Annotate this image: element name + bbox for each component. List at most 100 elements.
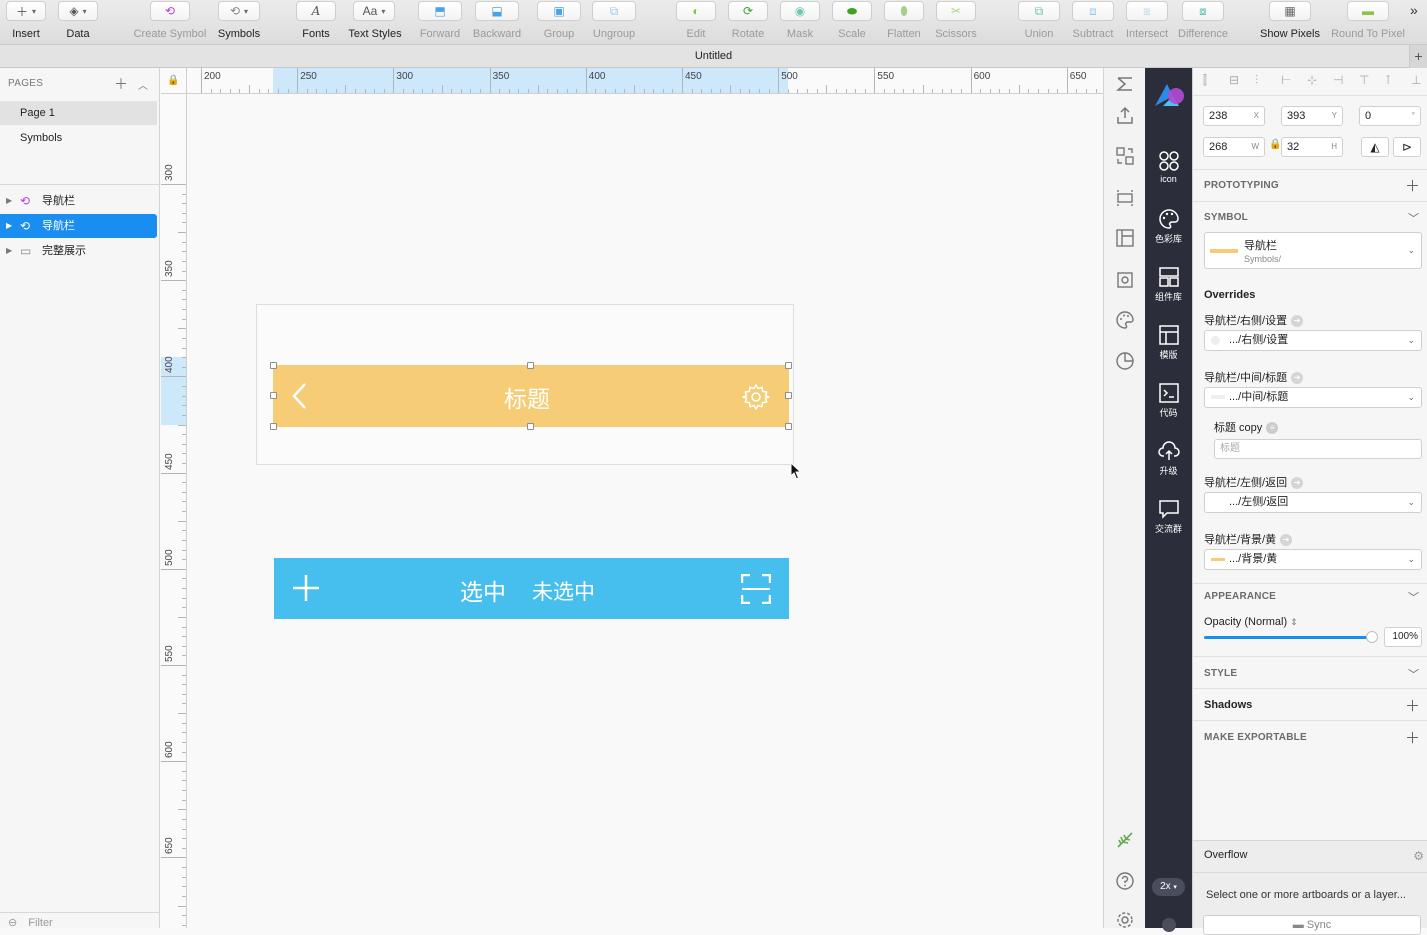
lock-proportions-icon[interactable]: 🔒 bbox=[1269, 139, 1281, 150]
opacity-slider[interactable] bbox=[1204, 631, 1378, 643]
go-to-symbol-icon[interactable]: ➔ bbox=[1291, 477, 1304, 490]
x-position-field[interactable]: 238 X bbox=[1203, 106, 1265, 126]
chevron-down-icon[interactable]: ﹀ bbox=[1408, 666, 1419, 682]
mask-button[interactable]: ◉ Mask bbox=[778, 0, 822, 45]
pie-chart-icon[interactable] bbox=[1115, 351, 1135, 371]
align-top-icon[interactable]: ⊤ bbox=[1359, 73, 1369, 87]
horizontal-ruler[interactable]: 200 250 300 350 400 450 500 550 600 650 bbox=[161, 68, 1103, 94]
measure-icon[interactable] bbox=[1115, 74, 1135, 94]
union-button[interactable]: ⧉ Union bbox=[1016, 0, 1062, 45]
title-copy-input[interactable]: 标题 bbox=[1214, 439, 1422, 459]
distribute-horizontal-icon[interactable]: ⫿ bbox=[1203, 73, 1207, 88]
width-field[interactable]: 268 W bbox=[1203, 137, 1265, 157]
export-icon[interactable] bbox=[1115, 106, 1135, 126]
layer-row[interactable]: ▶ ⟲ 导航栏 bbox=[0, 189, 157, 213]
size-icon[interactable] bbox=[1115, 188, 1135, 208]
symbol-picker[interactable]: 导航栏 Symbols/ ⌄ bbox=[1204, 232, 1422, 269]
plugin-code-button[interactable]: 代码 bbox=[1145, 382, 1192, 419]
more-tools-button[interactable]: » bbox=[1410, 2, 1418, 18]
flatten-button[interactable]: ⬮ Flatten bbox=[882, 0, 926, 45]
layout-icon[interactable] bbox=[1115, 228, 1135, 248]
leaf-icon[interactable] bbox=[1115, 830, 1135, 850]
page-item-symbols[interactable]: Symbols bbox=[0, 126, 157, 150]
rotate-button[interactable]: ⟳ Rotate bbox=[726, 0, 770, 45]
go-to-symbol-icon[interactable]: ➔ bbox=[1291, 315, 1304, 328]
forward-button[interactable]: ⬒ Forward bbox=[416, 0, 464, 45]
height-field[interactable]: 32 H bbox=[1281, 137, 1343, 157]
plugin-color-library-button[interactable]: 色彩库 bbox=[1145, 208, 1192, 245]
chevron-down-icon[interactable]: ﹀ bbox=[1408, 210, 1419, 226]
distribute-vertical-icon[interactable]: ⫶ bbox=[1255, 73, 1258, 88]
scale-button[interactable]: ⬬ Scale bbox=[830, 0, 874, 45]
align-center-h-icon[interactable]: ⊟ bbox=[1229, 73, 1239, 87]
resize-handle[interactable] bbox=[270, 392, 277, 399]
ungroup-button[interactable]: ⧉ Ungroup bbox=[590, 0, 638, 45]
gear-icon[interactable]: ⚙ bbox=[1413, 849, 1424, 863]
resize-handle[interactable] bbox=[270, 423, 277, 430]
plugin-template-button[interactable]: 模版 bbox=[1145, 324, 1192, 361]
align-horizontal-center-icon[interactable]: ⊹ bbox=[1307, 73, 1317, 87]
align-right-icon[interactable]: ⊣ bbox=[1333, 73, 1343, 87]
collapse-pages-icon[interactable]: ︿ bbox=[138, 77, 148, 92]
resize-handle[interactable] bbox=[270, 362, 277, 369]
ruler-lock-icon[interactable]: 🔒 bbox=[161, 68, 187, 94]
nav-bar-yellow[interactable]: 标题 bbox=[273, 365, 789, 427]
align-left-icon[interactable]: ⊢ bbox=[1281, 73, 1291, 87]
override-select[interactable]: .../左侧/返回 ⌄ bbox=[1204, 492, 1422, 513]
opacity-mode-select[interactable]: Opacity (Normal) ⇕ bbox=[1204, 616, 1298, 628]
override-select[interactable]: .../背景/黄 ⌄ bbox=[1204, 549, 1422, 570]
badge-icon[interactable] bbox=[1115, 270, 1135, 290]
disclosure-triangle-icon[interactable]: ▶ bbox=[6, 239, 12, 263]
chevron-down-icon[interactable]: ﹀ bbox=[1408, 589, 1419, 605]
sync-button[interactable]: ▬ Sync bbox=[1203, 915, 1421, 935]
layer-row[interactable]: ▶ ▭ 完整展示 bbox=[0, 239, 157, 263]
subtract-button[interactable]: ⧈ Subtract bbox=[1068, 0, 1118, 45]
round-to-pixel-button[interactable]: ▬ Round To Pixel bbox=[1328, 0, 1408, 45]
plugin-community-button[interactable]: 交流群 bbox=[1145, 498, 1192, 535]
new-tab-button[interactable]: + bbox=[1409, 45, 1427, 68]
zoom-badge[interactable]: 2x ▾ bbox=[1152, 878, 1185, 896]
opacity-slider-knob[interactable] bbox=[1366, 631, 1378, 643]
intersect-button[interactable]: ⧆ Intersect bbox=[1122, 0, 1172, 45]
plugin-component-library-button[interactable]: 组件库 bbox=[1145, 266, 1192, 303]
symbols-button[interactable]: ⟲ ▾ Symbols bbox=[214, 0, 264, 45]
resize-handle[interactable] bbox=[785, 392, 792, 399]
layer-filter[interactable]: ⊖ Filter bbox=[0, 912, 160, 929]
help-icon[interactable] bbox=[1115, 871, 1135, 891]
override-select[interactable]: .../右侧/设置 ⌄ bbox=[1204, 330, 1422, 351]
resize-handle[interactable] bbox=[527, 362, 534, 369]
show-pixels-button[interactable]: ▦ Show Pixels bbox=[1256, 0, 1324, 45]
opacity-field[interactable]: 100% bbox=[1384, 627, 1422, 647]
nav-bar-blue[interactable]: 选中 未选中 bbox=[274, 558, 789, 619]
text-styles-button[interactable]: Aa ▾ Text Styles bbox=[344, 0, 406, 45]
layer-row-selected[interactable]: ▶ ⟲ 导航栏 bbox=[0, 214, 157, 238]
spacing-icon[interactable] bbox=[1115, 146, 1135, 166]
disclosure-triangle-icon[interactable]: ▶ bbox=[6, 189, 12, 213]
tab-unselected-label[interactable]: 未选中 bbox=[532, 576, 595, 606]
palette-icon[interactable] bbox=[1115, 310, 1135, 330]
resize-handle[interactable] bbox=[785, 362, 792, 369]
canvas[interactable]: 标题 选中 未选中 bbox=[187, 94, 1103, 928]
group-button[interactable]: ▣ Group bbox=[535, 0, 583, 45]
align-middle-icon[interactable]: ⊺ bbox=[1385, 73, 1391, 87]
tab-selected-label[interactable]: 选中 bbox=[460, 573, 506, 607]
create-symbol-button[interactable]: ⟲ Create Symbol bbox=[130, 0, 210, 45]
fonts-button[interactable]: A Fonts bbox=[294, 0, 338, 45]
backward-button[interactable]: ⬓ Backward bbox=[470, 0, 524, 45]
resize-handle[interactable] bbox=[785, 423, 792, 430]
settings-icon[interactable] bbox=[1115, 910, 1135, 930]
go-to-symbol-icon[interactable]: ➔ bbox=[1291, 372, 1304, 385]
scissors-button[interactable]: ✂ Scissors bbox=[932, 0, 980, 45]
override-select[interactable]: .../中间/标题 ⌄ bbox=[1204, 387, 1422, 408]
align-bottom-icon[interactable]: ⊥ bbox=[1411, 73, 1421, 87]
disclosure-triangle-icon[interactable]: ▶ bbox=[6, 214, 12, 238]
flip-vertical-icon[interactable]: ⊳ bbox=[1393, 137, 1421, 157]
plugin-upgrade-button[interactable]: 升级 bbox=[1145, 440, 1192, 477]
page-item-page-1[interactable]: Page 1 bbox=[0, 101, 157, 125]
y-position-field[interactable]: 393 Y bbox=[1281, 106, 1343, 126]
plugin-icon-button[interactable]: icon bbox=[1145, 150, 1192, 184]
flip-horizontal-icon[interactable]: ◭ bbox=[1361, 137, 1389, 157]
difference-button[interactable]: ⧇ Difference bbox=[1174, 0, 1232, 45]
edit-button[interactable]: ◐ Edit bbox=[674, 0, 718, 45]
vertical-ruler[interactable]: 300 350 400 450 500 550 600 650 bbox=[161, 94, 187, 928]
